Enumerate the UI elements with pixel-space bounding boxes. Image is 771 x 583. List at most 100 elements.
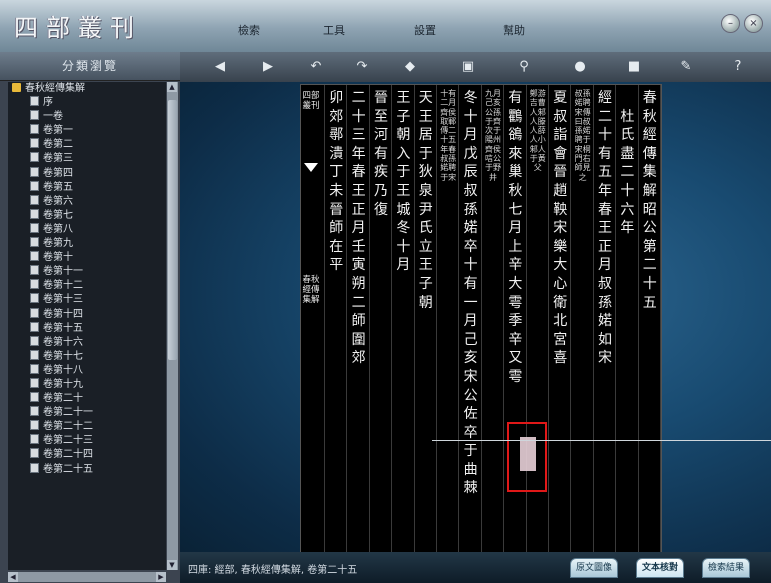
document-icon	[30, 138, 39, 149]
tree-root-label: 春秋經傳集解	[25, 83, 85, 94]
sidebar-header: 分類瀏覽	[0, 52, 180, 81]
tree-item-label: 卷第十八	[43, 364, 83, 376]
text-page[interactable]: 四部叢刊 春秋經傳集解 春秋經傳集解昭公第二十五 杜氏 盡二十六年 經二十有五年春…	[300, 84, 662, 554]
tab-original-image[interactable]: 原文圖像	[570, 558, 619, 578]
menu-tools[interactable]: 工具	[323, 22, 345, 38]
app-logo: 四部叢刊	[14, 14, 142, 42]
tree-item[interactable]: 卷第五	[8, 180, 166, 195]
tree-item-label: 卷第二十一	[43, 407, 93, 419]
search-hit-box[interactable]	[507, 422, 547, 492]
tree-item[interactable]: 卷第二十	[8, 392, 166, 406]
tree-root[interactable]: 春秋經傳集解	[8, 82, 166, 96]
tree-item-label: 一卷	[43, 111, 63, 123]
document-icon	[30, 462, 39, 473]
vertical-scrollbar[interactable]: ▲ ▼	[167, 82, 178, 570]
document-icon	[30, 180, 39, 191]
tree-item-label: 卷第五	[43, 181, 73, 193]
side-label: 四部叢刊	[302, 91, 320, 111]
tree-item[interactable]: 卷第三	[8, 152, 166, 166]
document-icon	[30, 237, 39, 248]
document-icon	[30, 363, 39, 374]
tree-item[interactable]: 卷第四	[8, 166, 166, 181]
tree-item[interactable]: 序	[8, 96, 166, 110]
tree-item[interactable]: 卷第十二	[8, 279, 166, 293]
status-bar: 四庫: 經部, 春秋經傳集解, 卷第二十五 原文圖像 文本核對 檢索結果	[180, 552, 771, 583]
tree-item[interactable]: 卷第十五	[8, 321, 166, 336]
scroll-down-icon[interactable]: ▼	[167, 560, 177, 570]
main-text: 冬十月戊辰叔孫婼卒十有一月己亥宋公佐卒于曲棘	[463, 90, 478, 497]
tree-item[interactable]: 卷第八	[8, 222, 166, 237]
tree-item[interactable]: 卷第一	[8, 124, 166, 138]
tree-item[interactable]: 卷第二十四	[8, 448, 166, 462]
tree-item[interactable]: 卷第十一	[8, 265, 166, 279]
scroll-right-icon[interactable]: ▶	[156, 572, 166, 582]
tab-search-results[interactable]: 檢索結果	[702, 558, 751, 578]
forward-icon[interactable]: ▶	[260, 59, 276, 75]
text-column: 卯郊鄩潰丁未晉師在平	[325, 85, 348, 553]
menu-search[interactable]: 檢索	[238, 22, 260, 38]
main-text: 杜氏 盡二十六年	[620, 90, 726, 237]
side-title: 春秋經傳集解	[302, 275, 320, 305]
eraser-icon[interactable]: ◆	[402, 59, 418, 75]
horizontal-scrollbar[interactable]: ◀ ▶	[8, 572, 166, 582]
document-icon	[30, 392, 39, 403]
tree-item-label: 卷第十五	[43, 322, 83, 334]
document-icon	[30, 279, 39, 290]
annotation-text: 十有二月齊侯取鄆傳二十五年春叔孫婼聘于宋	[440, 89, 457, 182]
document-icon	[30, 434, 39, 445]
note-icon[interactable]: ✎	[678, 59, 694, 75]
tree-item[interactable]: 卷第十	[8, 251, 166, 265]
tree-item-label: 卷第二十	[43, 393, 83, 405]
main-text: 夏叔詣會晉趙鞅宋樂大心衛北宮喜	[553, 90, 568, 367]
app-window: 四部叢刊 檢索 工具 設置 幫助 – × 分類瀏覽 春秋經傳集解序一卷 卷第一 卷第…	[0, 0, 771, 583]
text-column: 夏叔詣會晉趙鞅宋樂大心衛北宮喜	[549, 85, 572, 553]
document-icon	[30, 194, 39, 205]
tree-item[interactable]: 一卷	[8, 110, 166, 124]
scroll-up-icon[interactable]: ▲	[167, 82, 177, 92]
document-icon	[30, 335, 39, 346]
minimize-icon[interactable]: –	[721, 14, 740, 33]
menu-help[interactable]: 幫助	[503, 22, 525, 38]
tree-item[interactable]: 卷第十六	[8, 335, 166, 350]
document-icon	[30, 307, 39, 318]
tree-item[interactable]: 卷第十七	[8, 349, 166, 364]
tree-item[interactable]: 卷第二	[8, 138, 166, 152]
text-column: 杜氏 盡二十六年	[616, 85, 726, 553]
tree-item[interactable]: 卷第十三	[8, 293, 166, 307]
undo-icon[interactable]: ↶	[308, 59, 324, 75]
tree-item-label: 卷第十四	[43, 308, 83, 320]
menu-settings[interactable]: 設置	[414, 22, 436, 38]
text-column: 叔孫婼聘宋傳曰叔孫婼聘于宋桐門右師見之	[571, 85, 594, 553]
pin-icon[interactable]: ●	[572, 59, 588, 75]
text-column: 春秋經傳集解昭公第二十五	[639, 85, 661, 553]
tab-text-check[interactable]: 文本核對	[636, 558, 685, 578]
help-icon[interactable]: ?	[730, 59, 746, 75]
tree-item-label: 卷第六	[43, 195, 73, 207]
tree-item[interactable]: 卷第七	[8, 208, 166, 223]
tree-item[interactable]: 卷第二十三	[8, 434, 166, 448]
redo-icon[interactable]: ↷	[354, 59, 370, 75]
tree-item[interactable]: 卷第二十一	[8, 406, 166, 420]
search-icon[interactable]: ⚲	[516, 59, 532, 75]
tree-item-label: 卷第十	[43, 252, 73, 264]
scroll-thumb[interactable]	[168, 100, 177, 360]
tree-item[interactable]: 卷第六	[8, 194, 166, 209]
document-icon	[30, 420, 39, 431]
tree-item[interactable]: 卷第九	[8, 237, 166, 251]
tree-item[interactable]: 卷第十四	[8, 307, 166, 322]
book-icon[interactable]: ■	[626, 59, 642, 75]
tree-item[interactable]: 卷第二十二	[8, 420, 166, 434]
tree-item[interactable]: 卷第二十五	[8, 462, 166, 477]
text-column: 九月己亥公孫于齊次于陽州齊侯唁公于野井	[482, 85, 505, 553]
tree-item[interactable]: 卷第十八	[8, 363, 166, 378]
tree-item[interactable]: 卷第十九	[8, 377, 166, 392]
page-side-margin: 四部叢刊 春秋經傳集解	[301, 85, 325, 553]
scroll-left-icon[interactable]: ◀	[8, 572, 18, 582]
text-column: 冬十月戊辰叔孫婼卒十有一月己亥宋公佐卒于曲棘	[459, 85, 482, 553]
folder-icon	[12, 83, 21, 92]
back-icon[interactable]: ◀	[212, 59, 228, 75]
text-column: 經二十有五年春王正月叔孫婼如宋	[594, 85, 617, 553]
copy-icon[interactable]: ▣	[460, 59, 476, 75]
close-icon[interactable]: ×	[744, 14, 763, 33]
document-viewer: 四部叢刊 春秋經傳集解 春秋經傳集解昭公第二十五 杜氏 盡二十六年 經二十有五年春…	[180, 82, 771, 554]
